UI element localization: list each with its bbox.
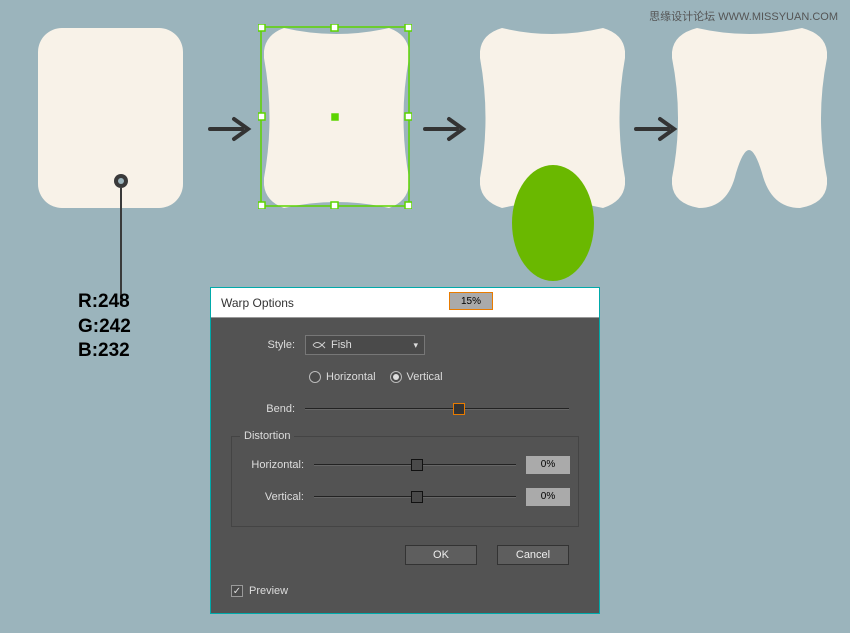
vertical-label: Vertical (407, 371, 443, 383)
style-value: Fish (331, 339, 352, 351)
step4-shape (672, 28, 827, 208)
arrow-icon (208, 114, 256, 144)
warp-options-dialog: Warp Options Style: Fish Horizontal Vert… (210, 287, 600, 614)
preview-checkbox-row[interactable]: Preview (231, 585, 288, 597)
tutorial-steps (20, 20, 840, 220)
r-value: R:248 (78, 290, 131, 315)
dh-slider[interactable] (314, 458, 516, 472)
distortion-group: Distortion Horizontal: 0% Vertical: 0% (231, 430, 579, 527)
g-value: G:242 (78, 315, 131, 340)
arrow-icon (423, 114, 471, 144)
fish-icon (312, 339, 326, 351)
dialog-title: Warp Options (211, 288, 599, 318)
b-value: B:232 (78, 339, 131, 364)
style-select[interactable]: Fish (305, 335, 425, 355)
ok-button[interactable]: OK (405, 545, 477, 565)
preview-checkbox[interactable] (231, 585, 243, 597)
selection-box[interactable] (258, 24, 412, 209)
color-pointer (114, 174, 128, 304)
rgb-readout: R:248 G:242 B:232 (78, 290, 131, 364)
horizontal-label: Horizontal (326, 371, 376, 383)
dv-slider[interactable] (314, 490, 516, 504)
cancel-button[interactable]: Cancel (497, 545, 569, 565)
dv-value[interactable]: 0% (526, 488, 570, 506)
dh-label: Horizontal: (240, 459, 314, 471)
style-label: Style: (231, 339, 305, 351)
step1-shape (38, 28, 183, 208)
vertical-radio[interactable] (390, 371, 402, 383)
horizontal-radio[interactable] (309, 371, 321, 383)
dh-value[interactable]: 0% (526, 456, 570, 474)
bend-value[interactable]: 15% (449, 292, 493, 310)
arrow-icon (634, 114, 682, 144)
distortion-legend: Distortion (240, 430, 294, 442)
bend-slider[interactable] (305, 402, 569, 416)
bend-label: Bend: (231, 403, 305, 415)
dv-label: Vertical: (240, 491, 314, 503)
green-oval (512, 165, 594, 281)
preview-label: Preview (249, 585, 288, 597)
